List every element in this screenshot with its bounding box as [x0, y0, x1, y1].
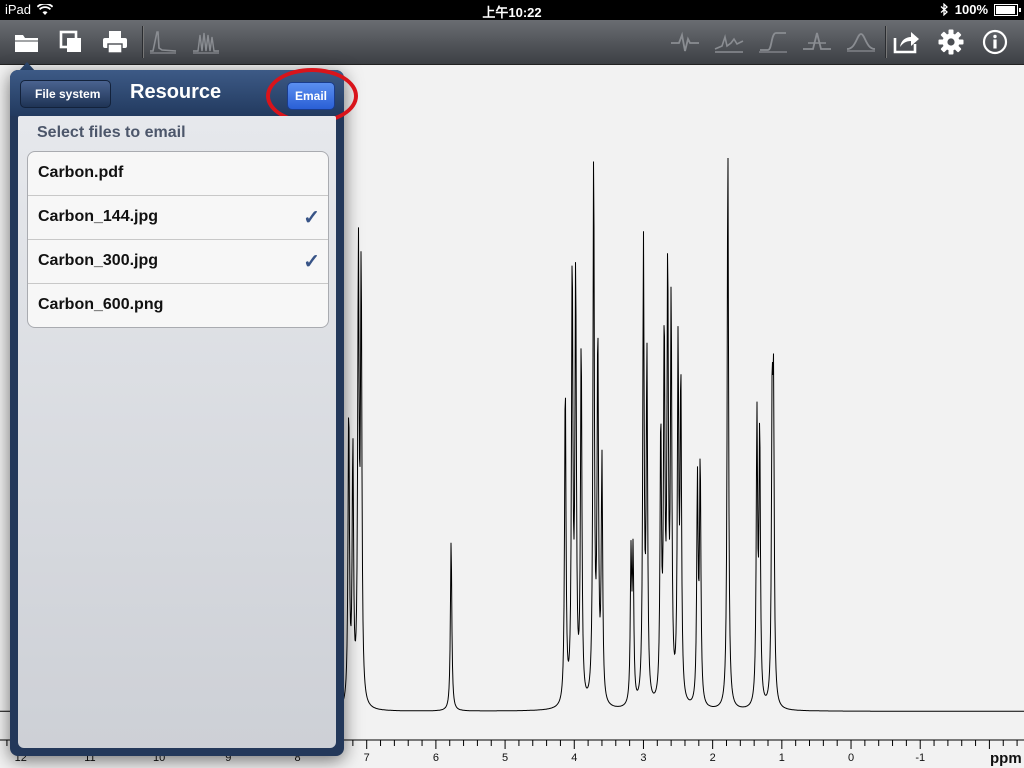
multiplet-icon[interactable]: [188, 24, 224, 60]
status-right: 100%: [940, 2, 1021, 17]
popover-body: Select files to email Carbon.pdf Carbon_…: [18, 116, 336, 748]
x-axis-label: ppm: [990, 750, 1022, 767]
baseline-icon[interactable]: [711, 24, 747, 60]
file-row[interactable]: Carbon_600.png: [28, 283, 328, 327]
peak-pick-icon[interactable]: [799, 24, 835, 60]
status-time: 上午10:22: [482, 5, 542, 20]
phase-icon[interactable]: [667, 24, 703, 60]
tick-label: 1: [779, 752, 785, 764]
checkmark-icon: ✓: [303, 207, 320, 229]
file-row[interactable]: Carbon_300.jpg ✓: [28, 239, 328, 283]
info-icon[interactable]: [977, 24, 1013, 60]
battery-icon: [994, 3, 1021, 16]
file-row[interactable]: Carbon.pdf: [28, 152, 328, 195]
folder-icon[interactable]: [9, 24, 45, 60]
file-name: Carbon_144.jpg: [38, 208, 159, 225]
status-bar: iPad 上午10:22 100%: [0, 0, 1024, 20]
tick-label: -1: [915, 752, 925, 764]
file-name: Carbon_300.jpg: [38, 252, 159, 269]
file-popover: File system Resource Email Select files …: [10, 68, 358, 756]
bluetooth-icon: [940, 3, 948, 16]
tick-label: 0: [848, 752, 854, 764]
file-system-back-button[interactable]: File system: [20, 80, 112, 108]
tick-label: 4: [571, 752, 577, 764]
tick-label: 5: [502, 752, 508, 764]
file-row[interactable]: Carbon_144.jpg ✓: [28, 195, 328, 239]
settings-icon[interactable]: [933, 24, 969, 60]
popover-header: File system Resource Email: [10, 68, 358, 124]
popover-title: Resource: [130, 81, 222, 103]
tick-label: 7: [364, 752, 370, 764]
checkmark-icon: ✓: [303, 251, 320, 273]
battery-fill: [996, 5, 1015, 14]
fit-icon[interactable]: [843, 24, 879, 60]
battery-percent: 100%: [954, 2, 988, 17]
print-icon[interactable]: [97, 24, 133, 60]
tick-label: 3: [640, 752, 646, 764]
email-button[interactable]: Email: [287, 82, 335, 110]
file-name: Carbon_600.png: [38, 296, 164, 313]
toolbar-separator: [885, 26, 886, 58]
copy-icon[interactable]: [53, 24, 89, 60]
file-name: Carbon.pdf: [38, 164, 124, 181]
integrate-icon[interactable]: [755, 24, 791, 60]
section-title: Select files to email: [37, 124, 186, 141]
tick-label: 6: [433, 752, 439, 764]
peak-icon[interactable]: [145, 24, 181, 60]
file-list: Carbon.pdf Carbon_144.jpg ✓ Carbon_300.j…: [27, 151, 329, 328]
toolbar-separator: [142, 26, 143, 58]
toolbar: [0, 20, 1024, 65]
tick-label: 2: [710, 752, 716, 764]
share-icon[interactable]: [888, 24, 924, 60]
